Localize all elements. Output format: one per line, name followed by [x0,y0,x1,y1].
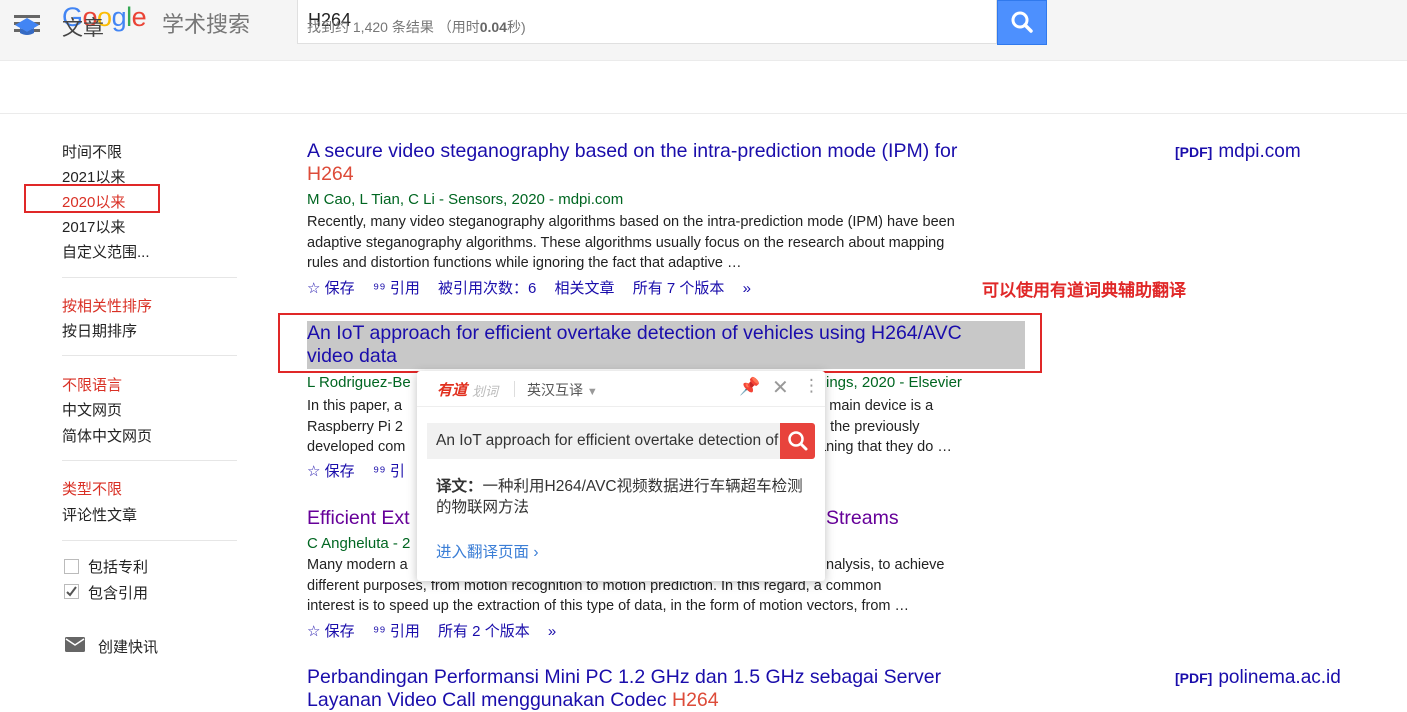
language-chinese[interactable]: 中文网页 [62,399,122,420]
result-actions: ☆ 保存 ⁹⁹ 引 [307,460,419,481]
sidebar-divider [62,355,237,356]
divider [417,406,825,407]
result-authors[interactable]: L Rodriguez-Be [307,374,411,391]
type-any[interactable]: 类型不限 [62,478,122,499]
result-title[interactable]: Efficient Ext [307,507,427,530]
cite-link[interactable]: ⁹⁹ 引用 [373,280,420,297]
language-any[interactable]: 不限语言 [62,374,122,395]
cite-link[interactable]: ⁹⁹ 引 [373,463,405,480]
search-icon [788,431,808,451]
include-citations-label[interactable]: 包含引用 [88,582,148,603]
result-snippet: Recently, many video steganography algor… [307,214,955,271]
result-title[interactable]: A secure video steganography based on th… [307,140,1027,186]
search-icon [1011,11,1033,33]
result-authors-tail[interactable]: ings, 2020 - Elsevier [826,374,962,391]
sort-date[interactable]: 按日期排序 [62,320,137,341]
time-filter-highlight-box [24,184,160,213]
sidebar-divider [62,460,237,461]
goto-translate-page-link[interactable]: 进入翻译页面 › [436,540,539,562]
pdf-link[interactable]: [PDF] polinema.ac.id [1175,667,1341,689]
graduation-cap-icon [15,18,39,35]
youdao-logo-sub: 划词 [472,384,499,399]
include-patents-label[interactable]: 包括专利 [88,556,148,577]
include-patents-checkbox[interactable] [64,559,79,574]
pin-icon[interactable]: 📌 [739,377,760,397]
pdf-link[interactable]: [PDF] mdpi.com [1175,141,1301,163]
cite-link[interactable]: ⁹⁹ 引用 [373,623,420,640]
result-snippet-tail: nalysis, to achieve [826,557,945,573]
type-review[interactable]: 评论性文章 [62,504,137,525]
save-link[interactable]: ☆ 保存 [307,280,355,297]
more-icon[interactable]: ⋮ [803,376,820,396]
double-chevron-icon[interactable]: » [743,280,751,297]
section-title: 文章 [62,17,104,40]
annotation-text: 可以使用有道词典辅助翻译 [982,281,1186,300]
translation-result: 译文：一种利用H264/AVC视频数据进行车辆超车检测的物联网方法 [436,478,803,516]
divider [514,381,515,397]
sub-header [0,61,1407,114]
all-versions-link[interactable]: 所有 7 个版本 [633,280,725,297]
create-alert-link[interactable]: 创建快讯 [98,636,158,657]
cited-by-link[interactable]: 被引用次数：6 [438,280,536,297]
result-authors[interactable]: C Angheluta - 2 [307,535,410,552]
results-stats: 找到约 1,420 条结果 （用时0.04秒) [307,19,526,35]
result-authors[interactable]: M Cao, L Tian, C Li - Sensors, 2020 - md… [307,191,623,208]
chevron-right-icon: › [533,544,539,561]
include-citations-checkbox[interactable] [64,584,79,599]
language-simplified-chinese[interactable]: 简体中文网页 [62,425,152,446]
youdao-input[interactable]: An IoT approach for efficient overtake d… [427,423,780,459]
translation-mode-dropdown[interactable]: 英汉互译 ▼ [527,380,598,400]
result-actions: ☆ 保存 ⁹⁹ 引用 所有 2 个版本 » [307,620,570,641]
title-highlight-box [278,313,1042,373]
save-link[interactable]: ☆ 保存 [307,623,355,640]
sort-relevance[interactable]: 按相关性排序 [62,295,152,316]
checkmark-icon [66,586,77,597]
related-articles-link[interactable]: 相关文章 [555,280,615,297]
double-chevron-icon[interactable]: » [548,623,556,640]
filter-time-any[interactable]: 时间不限 [62,141,122,162]
youdao-logo: 有道 [437,382,468,399]
youdao-search-button[interactable] [780,423,815,459]
youdao-popup: 有道 划词 英汉互译 ▼ 📌 ✕ ⋮ An IoT approach for e… [417,371,825,581]
close-icon[interactable]: ✕ [772,375,789,400]
result-snippet-tail: s main device is a r, the previously aning… [818,398,952,455]
mail-icon[interactable] [65,637,85,652]
all-versions-link[interactable]: 所有 2 个版本 [438,623,530,640]
filter-custom-range[interactable]: 自定义范围... [62,241,150,262]
result-title-tail[interactable]: Streams [826,507,946,530]
logo-scholar-label: 学术搜索 [162,12,251,37]
sidebar-divider [62,277,237,278]
caret-down-icon: ▼ [586,386,598,398]
search-button[interactable] [997,0,1047,45]
save-link[interactable]: ☆ 保存 [307,463,355,480]
result-title[interactable]: Perbandingan Performansi Mini PC 1.2 GHz… [307,666,1027,712]
result-actions: ☆ 保存 ⁹⁹ 引用 被引用次数：6 相关文章 所有 7 个版本 » [307,277,765,298]
sidebar-divider [62,540,237,541]
filter-since-2017[interactable]: 2017以来 [62,216,125,237]
